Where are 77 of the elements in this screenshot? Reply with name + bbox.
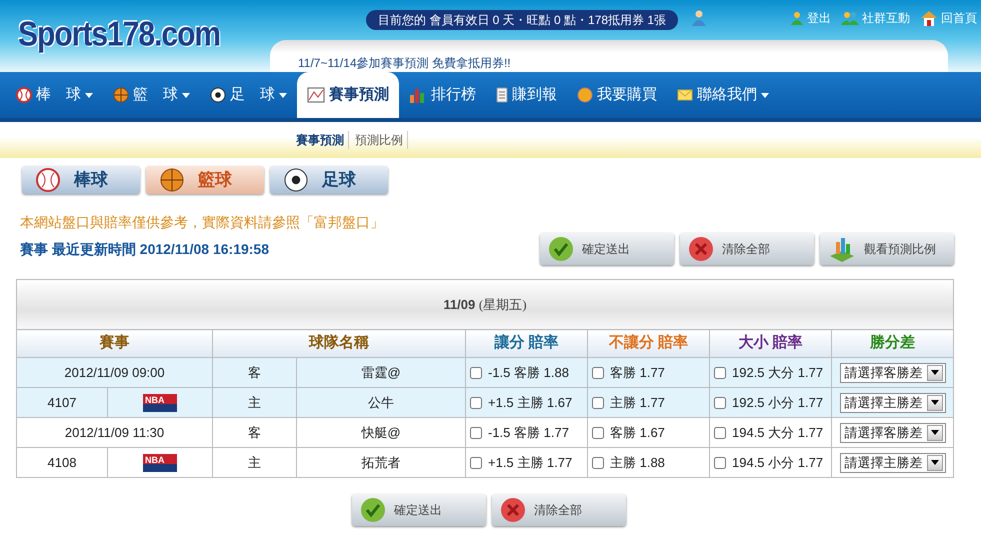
checkbox[interactable] <box>592 366 604 379</box>
match-number: 4107 <box>16 388 108 418</box>
cross-icon <box>500 497 526 523</box>
column-header: 勝分差 <box>832 330 954 358</box>
document-icon <box>496 87 508 103</box>
sport-tab[interactable]: 棒球 <box>22 166 140 194</box>
table-title: 11/09 (星期五) <box>16 280 954 330</box>
basketball-icon <box>160 168 184 192</box>
user-icon <box>692 10 706 26</box>
team-side: 客 <box>212 418 296 448</box>
subnav-link[interactable]: 預測比例 <box>355 131 408 149</box>
soccer-ball-icon <box>210 87 226 103</box>
checkmark-icon <box>360 497 386 523</box>
nav-item[interactable]: 籃 球 <box>103 72 200 118</box>
column-header: 大小 賠率 <box>710 330 832 358</box>
checkbox[interactable] <box>714 366 726 379</box>
team-side: 主 <box>212 448 296 478</box>
bar-chart-icon <box>409 87 427 103</box>
nav-item[interactable]: 我要購買 <box>567 72 667 118</box>
league-logo: NBA <box>143 394 177 412</box>
action-button[interactable]: 清除全部 <box>492 494 626 526</box>
site-logo[interactable]: Sports178.com <box>18 15 220 55</box>
action-button[interactable]: 清除全部 <box>680 233 814 265</box>
column-header: 球隊名稱 <box>212 330 466 358</box>
sport-tab[interactable]: 足球 <box>270 166 388 194</box>
team-side: 主 <box>212 388 296 418</box>
checkbox[interactable] <box>592 426 604 439</box>
cross-icon <box>688 236 714 262</box>
nav-item[interactable]: 棒 球 <box>6 72 103 118</box>
league-logo: NBA <box>143 454 177 472</box>
basketball-icon <box>113 87 129 103</box>
team-name: 雷霆@ <box>296 358 466 388</box>
team-name: 快艇@ <box>296 418 466 448</box>
nav-item[interactable]: 聯絡我們 <box>667 72 779 118</box>
house-icon <box>920 10 938 26</box>
subnav-link[interactable]: 賽事預測 <box>296 131 349 149</box>
bar-chart-icon <box>828 236 856 262</box>
match-time: 2012/11/09 09:00 <box>16 358 212 388</box>
checkbox[interactable] <box>714 396 726 409</box>
update-time: 賽事 最近更新時間 2012/11/08 16:19:58 <box>20 240 270 258</box>
action-button[interactable]: 觀看預測比例 <box>820 233 954 265</box>
checkbox[interactable] <box>592 456 604 469</box>
match-time: 2012/11/09 11:30 <box>16 418 212 448</box>
chart-icon <box>307 87 325 103</box>
team-side: 客 <box>212 358 296 388</box>
match-number: 4108 <box>16 448 108 478</box>
nav-item[interactable]: 賽事預測 <box>297 72 399 118</box>
margin-select[interactable]: 請選擇主勝差 <box>840 392 946 412</box>
column-header: 讓分 賠率 <box>466 330 588 358</box>
coin-icon <box>577 87 593 103</box>
soccer-ball-icon <box>284 168 308 192</box>
margin-select[interactable]: 請選擇客勝差 <box>840 422 946 442</box>
baseball-icon <box>16 87 32 103</box>
column-header: 賽事 <box>16 330 212 358</box>
announcement-text: 11/7~11/14參加賽事預測 免費拿抵用券!! <box>270 40 948 72</box>
envelope-icon <box>677 89 693 101</box>
checkbox[interactable] <box>470 426 482 439</box>
margin-select[interactable]: 請選擇客勝差 <box>840 362 946 382</box>
checkbox[interactable] <box>470 396 482 409</box>
checkbox[interactable] <box>470 366 482 379</box>
action-button[interactable]: 確定送出 <box>352 494 486 526</box>
column-header: 不讓分 賠率 <box>588 330 710 358</box>
member-info: 目前您的 會員有效日 0 天・旺點 0 點・178抵用券 1張 <box>366 10 678 30</box>
checkbox[interactable] <box>714 426 726 439</box>
baseball-icon <box>36 168 60 192</box>
action-button[interactable]: 確定送出 <box>540 233 674 265</box>
team-name: 公牛 <box>296 388 466 418</box>
checkbox[interactable] <box>592 396 604 409</box>
checkbox[interactable] <box>714 456 726 469</box>
checkmark-icon <box>548 236 574 262</box>
nav-item[interactable]: 排行榜 <box>399 72 486 118</box>
team-name: 拓荒者 <box>296 448 466 478</box>
disclaimer-text: 本網站盤口與賠率僅供參考，實際資料請參照「富邦盤口」 <box>20 213 385 232</box>
nav-item[interactable]: 賺到報 <box>486 72 567 118</box>
margin-select[interactable]: 請選擇主勝差 <box>840 452 946 472</box>
checkbox[interactable] <box>470 456 482 469</box>
nav-item[interactable]: 足 球 <box>200 72 297 118</box>
